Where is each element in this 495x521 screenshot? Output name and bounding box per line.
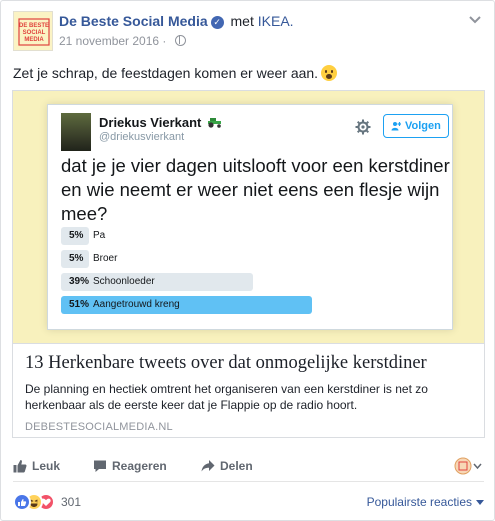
tweet-screenshot: Driekus Vierkant @driekusvierkant Volgen… <box>47 104 453 330</box>
public-globe-icon <box>174 35 186 46</box>
page-logo: DE BESTE SOCIAL MEDIA <box>14 12 52 50</box>
poll-option-label: Schoonloeder <box>93 276 155 287</box>
follow-label: Volgen <box>405 120 441 132</box>
page-avatar[interactable]: DE BESTE SOCIAL MEDIA <box>13 11 53 51</box>
post-meta: 21 november 2016 · <box>59 34 186 48</box>
post-text: Zet je schrap, de feestdagen komen er we… <box>13 65 338 81</box>
comment-label: Reageren <box>112 459 167 473</box>
poll-percent: 51% <box>69 299 90 310</box>
poll-option-label: Broer <box>93 253 118 264</box>
thumbs-up-icon <box>13 460 27 473</box>
share-audience-selector-icon[interactable] <box>453 455 484 477</box>
svg-text:MEDIA: MEDIA <box>24 37 44 43</box>
link-preview-card[interactable]: Driekus Vierkant @driekusvierkant Volgen… <box>12 90 485 438</box>
poll-option-label: Aangetrouwd kreng <box>93 299 180 310</box>
tractor-emoji-icon <box>208 118 221 128</box>
comment-icon <box>94 460 106 472</box>
share-label: Delen <box>220 459 253 473</box>
page-name-link[interactable]: De Beste Social Media <box>59 13 208 29</box>
poll-option: 5% Pa <box>61 227 451 245</box>
post-header: DE BESTE SOCIAL MEDIA De Beste Social Me… <box>13 11 483 57</box>
page-name-line: De Beste Social Media ✓ met IKEA. <box>59 13 294 29</box>
poll-bar <box>61 273 253 291</box>
tweet-text: dat je je vier dagen uitslooft voor een … <box>61 155 450 224</box>
verified-badge-icon: ✓ <box>210 16 224 29</box>
poll-percent: 5% <box>69 230 84 241</box>
like-reaction-glyph-icon <box>18 499 27 506</box>
like-label: Leuk <box>32 459 61 473</box>
facebook-post-card: DE BESTE SOCIAL MEDIA De Beste Social Me… <box>0 0 495 521</box>
sort-comments-dropdown[interactable]: Populairste reacties <box>367 495 484 509</box>
tagged-page-link[interactable]: IKEA. <box>258 13 294 29</box>
poll-option-label: Pa <box>93 230 106 241</box>
reaction-count[interactable]: 301 <box>61 495 81 509</box>
post-date[interactable]: 21 november 2016 <box>59 34 159 48</box>
with-label: met <box>230 13 254 29</box>
poll-option: 5% Broer <box>61 250 451 268</box>
svg-text:SOCIAL: SOCIAL <box>23 30 46 36</box>
gear-icon <box>355 119 371 135</box>
follow-button: Volgen <box>383 114 449 138</box>
tweet-handle: @driekusvierkant <box>99 131 185 143</box>
add-person-icon <box>391 122 401 131</box>
tweet-name-line: Driekus Vierkant <box>99 115 223 130</box>
post-options-chevron-icon[interactable] <box>467 11 483 27</box>
poll-option: 51% Aangetrouwd kreng <box>61 296 451 314</box>
like-button[interactable]: Leuk <box>13 458 60 474</box>
scream-emoji-icon <box>321 65 338 81</box>
like-reaction-icon[interactable] <box>13 493 31 511</box>
link-domain: DEBESTESOCIALMEDIA.NL <box>25 421 173 433</box>
svg-text:DE BESTE: DE BESTE <box>19 23 49 29</box>
sort-comments-label: Populairste reacties <box>366 495 472 509</box>
tweet-avatar <box>61 113 91 151</box>
comment-button[interactable]: Reageren <box>93 458 167 474</box>
meta-separator: · <box>162 34 167 48</box>
share-button[interactable]: Delen <box>201 458 253 474</box>
reactions-summary: 301 Populairste reacties <box>13 491 484 513</box>
post-message: Zet je schrap, de feestdagen komen er we… <box>13 65 319 81</box>
link-description: De planning en hectiek omtrent het organ… <box>25 382 428 412</box>
caret-down-icon <box>476 500 484 505</box>
poll-percent: 5% <box>69 253 84 264</box>
share-arrow-icon <box>201 460 215 472</box>
link-preview-image[interactable]: Driekus Vierkant @driekusvierkant Volgen… <box>13 91 484 343</box>
tweet-poll: 5% Pa 5% Broer 39% Schoonloeder 51% Aangetrouwd… <box>61 227 451 319</box>
poll-percent: 39% <box>69 276 90 287</box>
link-title[interactable]: 13 Herkenbare tweets over dat onmogelijk… <box>25 353 427 374</box>
link-preview-body[interactable]: 13 Herkenbare tweets over dat onmogelijk… <box>13 343 484 437</box>
poll-option: 39% Schoonloeder <box>61 273 451 291</box>
post-actions-bar: Leuk Reageren Delen <box>13 448 484 482</box>
tweet-author-name: Driekus Vierkant <box>99 115 202 130</box>
